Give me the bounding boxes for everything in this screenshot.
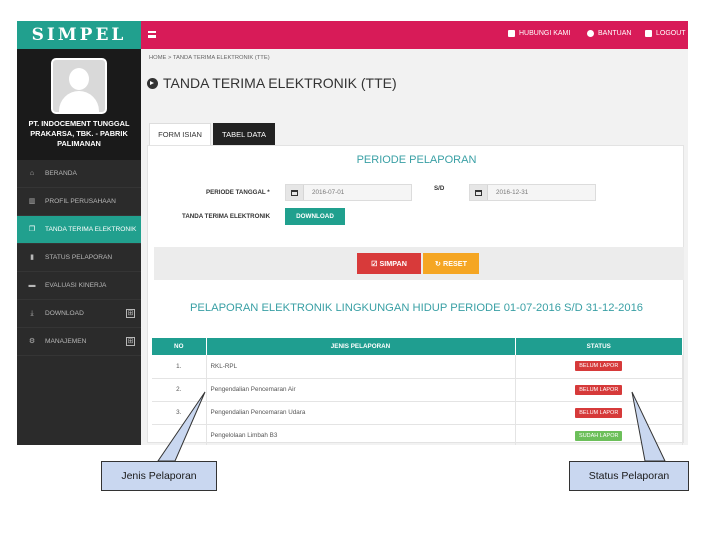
calendar-icon[interactable] [286, 185, 304, 200]
sidebar-item-label: BERANDA [45, 170, 77, 177]
reset-button[interactable]: ↻ RESET [423, 253, 479, 274]
bantuan-link[interactable]: BANTUAN [587, 30, 631, 37]
expand-icon[interactable]: ⊞ [126, 337, 135, 346]
table-row: 4. Pengelolaan Limbah B3 SUDAH LAPOR [152, 424, 683, 445]
sidebar-nav: ⌂ BERANDA ▥ PROFIL PERUSAHAAN ❐ TANDA TE… [17, 160, 141, 356]
row-status-cell: SUDAH LAPOR [515, 424, 683, 445]
logout-label: LOGOUT [656, 30, 686, 37]
save-icon: ☑ [371, 259, 378, 268]
sidebar: SIMPEL PT. INDOCEMENT TUNGGAL PRAKARSA, … [17, 21, 141, 445]
avatar[interactable] [51, 58, 107, 114]
status-badge[interactable]: SUDAH LAPOR [575, 430, 623, 441]
end-date-input[interactable] [488, 189, 588, 196]
main-content: HOME > TANDA TERIMA ELEKTRONIK (TTE) TAN… [141, 49, 688, 445]
row-no: 2. [152, 378, 207, 402]
home-icon: ⌂ [29, 169, 35, 177]
sidebar-item-label: DOWNLOAD [45, 310, 84, 317]
avatar-head-icon [69, 68, 89, 90]
sidebar-item-download[interactable]: ⤓ DOWNLOAD ⊞ [17, 300, 141, 328]
company-name: PT. INDOCEMENT TUNGGAL PRAKARSA, TBK. - … [28, 119, 130, 148]
periode-tanggal-label: PERIODE TANGGAL * [206, 189, 270, 196]
simpan-label: SIMPAN [379, 259, 407, 268]
arrow-circle-icon [147, 77, 158, 89]
sidebar-item-label: TANDA TERIMA ELEKTRONIK [45, 226, 137, 233]
hubungi-kami-label: HUBUNGI KAMI [519, 30, 571, 37]
sidebar-item-label: STATUS PELAPORAN [45, 254, 113, 261]
help-icon [587, 30, 594, 37]
sidebar-item-manajemen[interactable]: ⚙ MANAJEMEN ⊞ [17, 328, 141, 356]
sidebar-item-label: EVALUASI KINERJA [45, 282, 107, 289]
contact-icon [508, 30, 515, 37]
table-row: 1. RKL-RPL BELUM LAPOR [152, 355, 683, 379]
tte-label: TANDA TERIMA ELEKTRONIK [182, 213, 271, 220]
start-date-field[interactable] [285, 184, 412, 201]
tab-form-isian[interactable]: FORM ISIAN [149, 123, 211, 145]
bantuan-label: BANTUAN [598, 30, 632, 37]
sidebar-item-profil-perusahaan[interactable]: ▥ PROFIL PERUSAHAAN [17, 188, 141, 216]
hubungi-kami-link[interactable]: HUBUNGI KAMI [508, 30, 570, 37]
expand-icon[interactable]: ⊞ [126, 309, 135, 318]
bank-icon: ▥ [28, 197, 36, 205]
sidebar-item-label: PROFIL PERUSAHAAN [45, 198, 116, 205]
brand-logo[interactable]: SIMPEL [17, 21, 141, 49]
download-button[interactable]: DOWNLOAD [285, 208, 345, 225]
column-header-no: NO [152, 338, 207, 355]
row-status-cell: BELUM LAPOR [515, 378, 683, 402]
logout-link[interactable]: LOGOUT [645, 30, 686, 37]
report-title: PELAPORAN ELEKTRONIK LINGKUNGAN HIDUP PE… [189, 302, 644, 314]
profile-section: PT. INDOCEMENT TUNGGAL PRAKARSA, TBK. - … [17, 49, 141, 160]
callout-jenis-pelaporan: Jenis Pelaporan [101, 461, 217, 491]
row-no: 3. [152, 401, 207, 425]
status-badge[interactable]: BELUM LAPOR [575, 407, 623, 418]
row-status-cell: BELUM LAPOR [515, 401, 683, 425]
app-window: SIMPEL PT. INDOCEMENT TUNGGAL PRAKARSA, … [17, 21, 688, 445]
copy-icon: ❐ [28, 225, 36, 233]
breadcrumb: HOME > TANDA TERIMA ELEKTRONIK (TTE) [149, 55, 270, 61]
status-badge[interactable]: BELUM LAPOR [575, 384, 623, 395]
page-title-text: TANDA TERIMA ELEKTRONIK (TTE) [163, 75, 397, 91]
avatar-body-icon [59, 91, 99, 112]
download-icon: ⤓ [30, 309, 34, 317]
row-jenis: Pengelolaan Limbah B3 [206, 424, 516, 445]
calendar-icon[interactable] [470, 185, 488, 200]
row-no: 1. [152, 355, 207, 379]
sidebar-item-evaluasi-kinerja[interactable]: ▬ EVALUASI KINERJA [17, 272, 141, 300]
row-jenis: Pengendalian Pencemaran Air [206, 378, 516, 402]
start-date-input[interactable] [304, 189, 404, 196]
bookmark-icon: ▮ [30, 253, 34, 261]
sidebar-item-status-pelaporan[interactable]: ▮ STATUS PELAPORAN [17, 244, 141, 272]
periode-pelaporan-title: PERIODE PELAPORAN [356, 154, 477, 166]
briefcase-icon: ▬ [28, 281, 36, 289]
refresh-icon: ↻ [435, 259, 442, 268]
column-header-jenis: JENIS PELAPORAN [206, 338, 516, 355]
table-row: 3. Pengendalian Pencemaran Udara BELUM L… [152, 401, 683, 425]
end-date-field[interactable] [469, 184, 596, 201]
sidebar-item-label: MANAJEMEN [45, 338, 87, 345]
sd-label: S/D [434, 185, 445, 192]
logout-icon [645, 30, 652, 37]
page-title: TANDA TERIMA ELEKTRONIK (TTE) [147, 75, 397, 91]
action-bar: ☑ SIMPAN ↻ RESET [154, 247, 684, 280]
cogs-icon: ⚙ [28, 337, 36, 345]
sidebar-item-beranda[interactable]: ⌂ BERANDA [17, 160, 141, 188]
brand-name: SIMPEL [31, 25, 127, 45]
menu-toggle-icon[interactable] [148, 31, 156, 38]
row-no: 4. [152, 424, 207, 445]
status-badge[interactable]: BELUM LAPOR [575, 361, 623, 372]
callout-status-pelaporan: Status Pelaporan [569, 461, 689, 491]
report-table: NO JENIS PELAPORAN STATUS 1. RKL-RPL BEL… [152, 338, 683, 445]
row-jenis: Pengendalian Pencemaran Udara [206, 401, 516, 425]
simpan-button[interactable]: ☑ SIMPAN [357, 253, 421, 274]
sidebar-item-tanda-terima-elektronik[interactable]: ❐ TANDA TERIMA ELEKTRONIK [17, 216, 141, 244]
page: SIMPEL PT. INDOCEMENT TUNGGAL PRAKARSA, … [0, 0, 720, 540]
form-panel: PERIODE PELAPORAN PERIODE TANGGAL * S/D … [147, 145, 684, 445]
table-row: 2. Pengendalian Pencemaran Air BELUM LAP… [152, 378, 683, 402]
table-header-row: NO JENIS PELAPORAN STATUS [152, 338, 683, 355]
row-jenis: RKL-RPL [206, 355, 516, 379]
top-bar: HUBUNGI KAMI BANTUAN LOGOUT [141, 21, 688, 49]
tab-tabel-data[interactable]: TABEL DATA [213, 123, 275, 145]
reset-label: RESET [443, 259, 467, 268]
column-header-status: STATUS [515, 338, 683, 355]
row-status-cell: BELUM LAPOR [515, 355, 683, 379]
